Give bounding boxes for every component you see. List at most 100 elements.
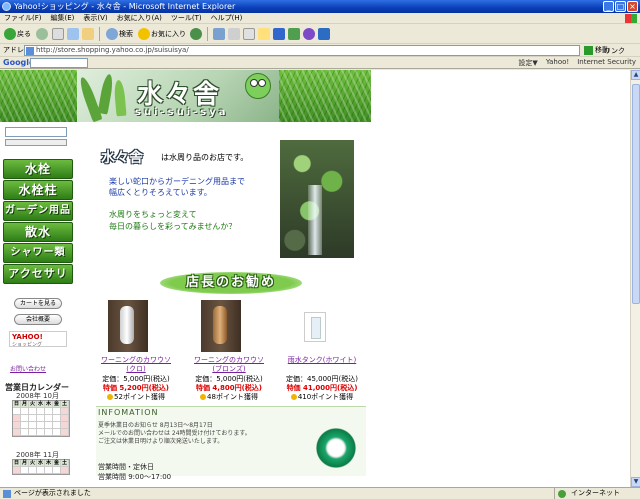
calendar-day <box>45 429 53 436</box>
nav-garden[interactable]: ガーデン用品 <box>3 201 73 221</box>
weekday: 日 <box>13 460 21 467</box>
calendar-day <box>13 429 21 436</box>
nav-faucet-post[interactable]: 水栓柱 <box>3 180 73 200</box>
mail-icon[interactable] <box>213 28 225 40</box>
window-titlebar[interactable]: Yahoo!ショッピング - 水々舎 - Microsoft Internet … <box>0 0 640 13</box>
calendar-day <box>21 422 29 429</box>
google-yahoo-link[interactable]: Yahoo! <box>546 58 569 68</box>
store-search-button[interactable] <box>5 139 67 146</box>
calendar-day <box>29 415 37 422</box>
scroll-up-icon[interactable]: ▲ <box>631 70 640 80</box>
calendar-day <box>29 467 37 474</box>
leaf-decoration <box>113 79 127 117</box>
media-icon[interactable] <box>303 28 315 40</box>
calendar-day <box>45 408 53 415</box>
calendar-day <box>13 408 21 415</box>
back-button[interactable]: 戻る <box>3 26 32 42</box>
search-label: 検索 <box>119 30 133 38</box>
calendar-grid: 日 月 火 水 木 金 土 <box>12 459 70 475</box>
favorites-button[interactable]: お気に入り <box>137 26 187 42</box>
store-search-input[interactable] <box>5 127 67 137</box>
view-cart-button[interactable]: カートを見る <box>14 298 62 309</box>
windows-logo-icon <box>625 14 637 23</box>
calendar-day <box>53 408 61 415</box>
stop-icon[interactable] <box>52 28 64 40</box>
point-coin-icon <box>290 394 297 400</box>
star-icon <box>138 28 150 40</box>
page-done-icon <box>3 490 11 498</box>
product-name[interactable]: 雨水タンク(ホワイト) <box>276 355 368 365</box>
security-zone[interactable]: インターネット <box>554 488 620 499</box>
calendar-day <box>61 415 69 422</box>
links-label[interactable]: リンク <box>604 46 625 56</box>
intro-line: 水周りをちょっと変えて <box>109 210 197 219</box>
menu-edit[interactable]: 編集(E) <box>51 13 75 23</box>
extension-icon[interactable] <box>318 28 330 40</box>
point-coin-icon <box>200 394 207 400</box>
zone-label: インターネット <box>571 489 620 497</box>
minimize-button[interactable]: _ <box>603 1 614 12</box>
intro-line: 幅広くとりそろえています。 <box>109 188 212 197</box>
messenger-icon[interactable] <box>273 28 285 40</box>
search-button[interactable]: 検索 <box>105 26 134 42</box>
weekday: 月 <box>21 401 29 408</box>
weekday: 木 <box>45 401 53 408</box>
shop-logo[interactable]: 水々舎 sui-sui-sya <box>77 70 279 122</box>
nav-shower[interactable]: シャワー類 <box>3 243 73 263</box>
scroll-down-icon[interactable]: ▼ <box>631 477 640 487</box>
google-settings[interactable]: 設定▼ <box>518 58 537 68</box>
menu-favorites[interactable]: お気に入り(A) <box>117 13 162 23</box>
vertical-scrollbar[interactable]: ▲ ▼ <box>630 70 640 487</box>
menu-file[interactable]: ファイル(F) <box>4 13 42 23</box>
edit-icon[interactable] <box>243 28 255 40</box>
calendar-day <box>61 429 69 436</box>
history-icon[interactable] <box>190 28 202 40</box>
refresh-icon[interactable] <box>67 28 79 40</box>
forward-button[interactable] <box>35 26 49 42</box>
intro-logo: 水々舎 <box>101 150 143 166</box>
nav-accessory[interactable]: アクセサリ <box>3 264 73 284</box>
product-points-label: 48ポイント獲得 <box>207 393 258 401</box>
contact-link[interactable]: お問い合わせ <box>10 364 46 373</box>
home-icon[interactable] <box>82 28 94 40</box>
google-search-input[interactable] <box>30 58 88 68</box>
calendar-day <box>13 467 21 474</box>
maximize-button[interactable]: □ <box>615 1 626 12</box>
print-icon[interactable] <box>228 28 240 40</box>
yahoo-shopping-badge[interactable]: YAHOO! ショッピング <box>9 331 67 348</box>
product-variant[interactable]: (クロ) <box>90 364 182 374</box>
folder-icon[interactable] <box>258 28 270 40</box>
product-image[interactable] <box>108 300 148 352</box>
menu-help[interactable]: ヘルプ(H) <box>211 13 243 23</box>
research-icon[interactable] <box>288 28 300 40</box>
menu-tools[interactable]: ツール(T) <box>171 13 202 23</box>
close-button[interactable]: × <box>627 1 638 12</box>
point-coin-icon <box>107 394 114 400</box>
globe-icon <box>558 490 566 498</box>
nav-faucet[interactable]: 水栓 <box>3 159 73 179</box>
frog-mascot-icon <box>245 73 271 99</box>
calendar-day <box>37 408 45 415</box>
scroll-thumb[interactable] <box>632 84 640 304</box>
intro-line: 毎日の暮らしを彩ってみませんか？ <box>109 222 237 231</box>
business-hours: 営業時間 9:00～17:00 <box>98 473 172 481</box>
calendar-day <box>13 422 21 429</box>
calendar-day <box>13 415 21 422</box>
google-security[interactable]: Internet Security <box>577 58 636 68</box>
weekday: 水 <box>37 460 45 467</box>
address-input[interactable]: http://store.shopping.yahoo.co.jp/suisui… <box>24 45 580 56</box>
product-image[interactable] <box>304 312 326 342</box>
calendar-day <box>37 429 45 436</box>
menu-view[interactable]: 表示(V) <box>83 13 107 23</box>
weekday: 木 <box>45 460 53 467</box>
google-toolbar: Google 設定▼ Yahoo! Internet Security <box>0 57 640 69</box>
menu-bar: ファイル(F) 編集(E) 表示(V) お気に入り(A) ツール(T) ヘルプ(… <box>0 13 640 24</box>
weekday: 土 <box>61 460 69 467</box>
product-variant[interactable]: (ブロンズ) <box>183 364 275 374</box>
window-controls: _ □ × <box>603 1 638 12</box>
product-image[interactable] <box>201 300 241 352</box>
company-info-button[interactable]: 会社概要 <box>14 314 62 325</box>
waterfall-photo <box>280 140 354 258</box>
nav-sprinkle[interactable]: 散水 <box>3 222 73 242</box>
product-points-label: 52ポイント獲得 <box>114 393 165 401</box>
